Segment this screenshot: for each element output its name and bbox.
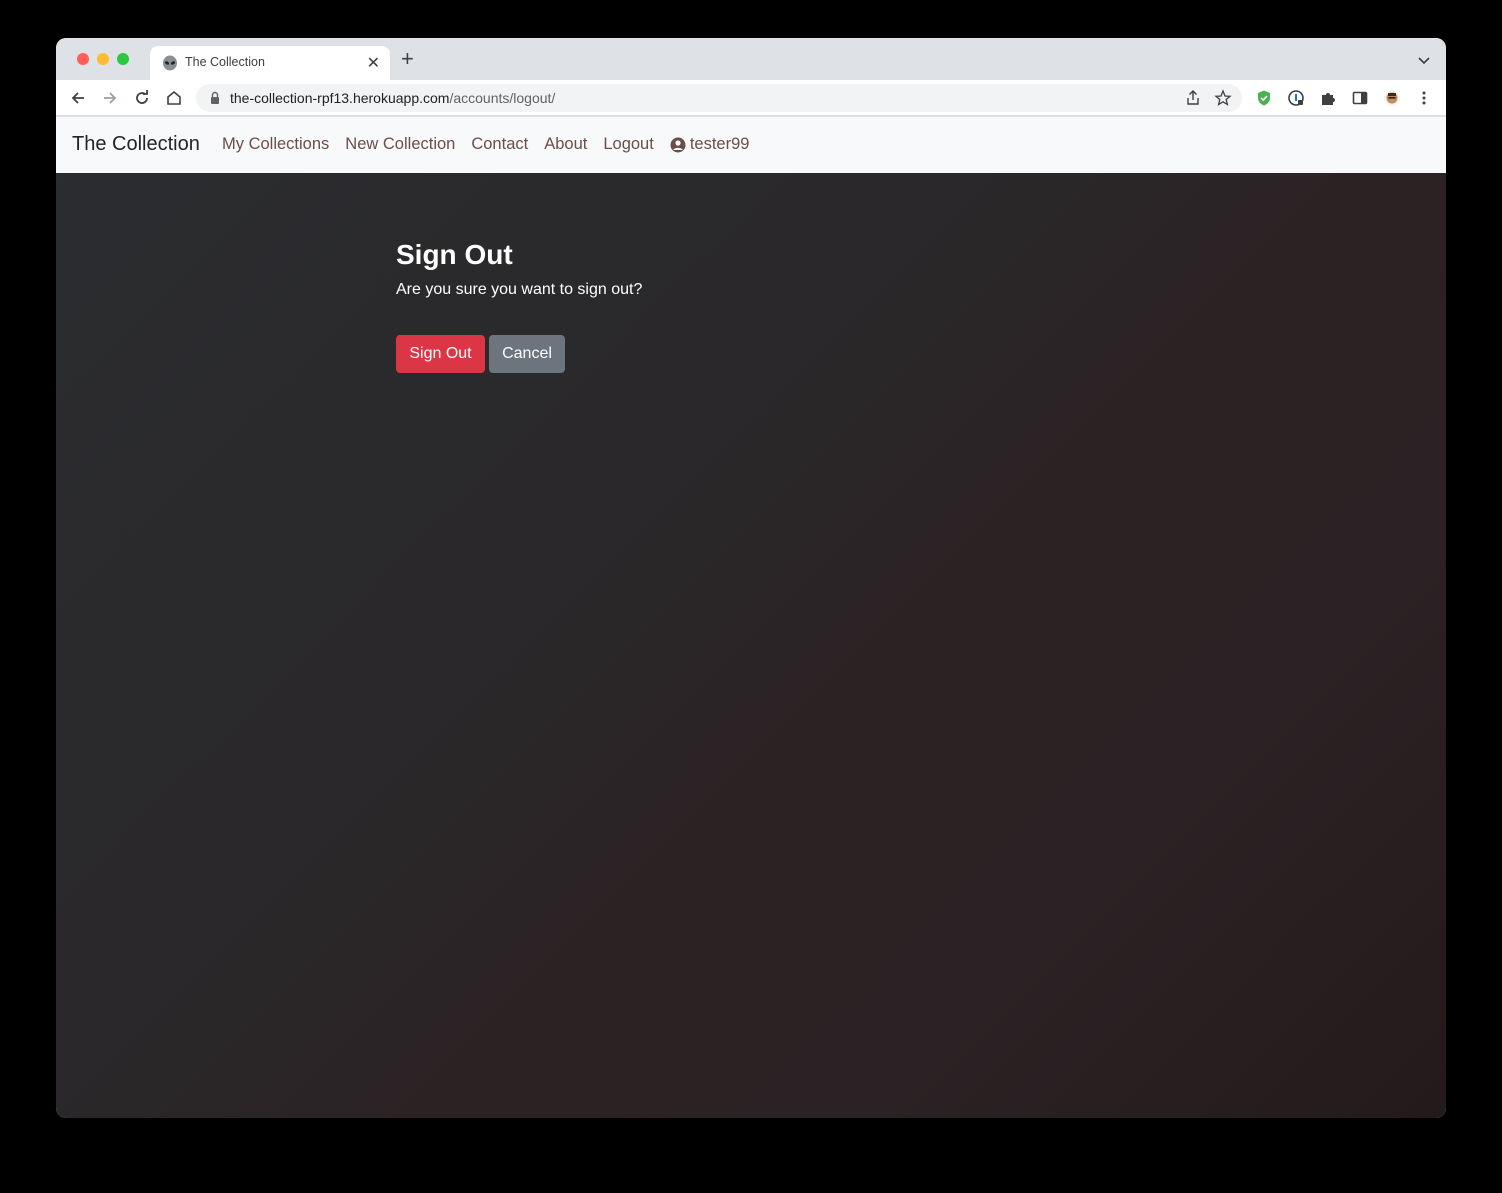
sign-out-panel: Sign Out Are you sure you want to sign o… [396, 239, 643, 373]
sign-out-button[interactable]: Sign Out [396, 335, 485, 373]
nav-link-logout[interactable]: Logout [603, 135, 653, 154]
cancel-button[interactable]: Cancel [489, 335, 565, 373]
minimize-window-button[interactable] [97, 53, 109, 65]
tab-close-icon[interactable]: ✕ [367, 53, 380, 73]
user-name: tester99 [689, 135, 750, 153]
browser-tab[interactable]: The Collection ✕ [150, 46, 390, 80]
back-icon[interactable] [68, 88, 88, 108]
new-tab-button[interactable]: + [401, 48, 414, 70]
close-window-button[interactable] [77, 53, 89, 65]
browser-toolbar: the-collection-rpf13.herokuapp.com/accou… [56, 80, 1446, 116]
address-bar[interactable]: the-collection-rpf13.herokuapp.com/accou… [196, 84, 1242, 112]
page-title: Sign Out [396, 239, 513, 270]
nav-link-my-collections[interactable]: My Collections [222, 135, 329, 154]
home-icon[interactable] [164, 88, 184, 108]
side-panel-icon[interactable] [1350, 88, 1370, 108]
share-icon[interactable] [1184, 89, 1202, 107]
url-host: the-collection-rpf13.herokuapp.com [230, 90, 450, 106]
forward-icon[interactable] [100, 88, 120, 108]
bookmark-star-icon[interactable] [1214, 89, 1232, 107]
reload-icon[interactable] [132, 88, 152, 108]
lock-icon[interactable] [208, 91, 222, 105]
nav-link-contact[interactable]: Contact [471, 135, 528, 154]
alien-favicon-icon [163, 55, 177, 71]
password-manager-icon[interactable] [1286, 88, 1306, 108]
extensions-puzzle-icon[interactable] [1318, 88, 1338, 108]
url-text: the-collection-rpf13.herokuapp.com/accou… [230, 90, 555, 106]
nav-links: My Collections New Collection Contact Ab… [222, 135, 765, 154]
navbar-brand[interactable]: The Collection [72, 133, 200, 156]
nav-link-new-collection[interactable]: New Collection [345, 135, 455, 154]
tab-search-chevron-icon[interactable] [1416, 52, 1432, 68]
tab-strip: The Collection ✕ + [56, 38, 1446, 80]
tab-title: The Collection [185, 55, 265, 69]
browser-menu-icon[interactable] [1414, 88, 1434, 108]
action-buttons: Sign Out Cancel [396, 335, 565, 373]
nav-link-user-profile[interactable]: tester99 [670, 135, 750, 154]
site-navbar: The Collection My Collections New Collec… [56, 117, 1446, 173]
browser-window: The Collection ✕ + the-collection-rpf13.… [56, 38, 1446, 1118]
url-path: /accounts/logout/ [449, 90, 556, 106]
maximize-window-button[interactable] [117, 53, 129, 65]
sign-out-message: Are you sure you want to sign out? [396, 281, 643, 298]
web-page: The Collection My Collections New Collec… [56, 117, 1446, 1118]
shield-extension-icon[interactable] [1254, 88, 1274, 108]
profile-avatar-icon[interactable] [1382, 88, 1402, 108]
nav-link-about[interactable]: About [544, 135, 587, 154]
user-circle-icon [670, 137, 686, 152]
